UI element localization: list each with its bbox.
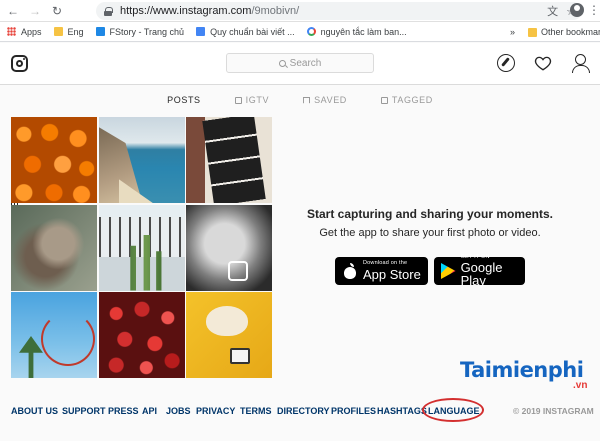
profile-icon[interactable] <box>571 54 590 73</box>
footer-link-hashtags[interactable]: HASHTAGS <box>377 406 427 416</box>
bookmark-eng[interactable]: Eng <box>53 22 84 42</box>
bookmarks-bar: Apps Eng FStory - Trang chủ Quy chuẩn bà… <box>0 22 600 42</box>
photo-red-flowers <box>98 292 185 378</box>
other-bookmarks[interactable]: Other bookmarks <box>528 22 600 42</box>
tab-label: IGTV <box>245 95 270 105</box>
google-play-icon <box>441 263 456 279</box>
photo-cactus <box>98 204 185 291</box>
footer-link-directory[interactable]: DIRECTORY <box>277 406 330 416</box>
browser-toolbar: ← → ↻ https://www.instagram.com/9mobivn/… <box>0 0 600 22</box>
profile-avatar-icon[interactable] <box>570 3 584 17</box>
footer-link-about[interactable]: ABOUT US <box>11 406 58 416</box>
lock-icon <box>104 6 113 16</box>
tagged-icon <box>380 96 388 104</box>
watermark-suffix: .vn <box>573 380 588 391</box>
back-icon[interactable]: ← <box>4 2 22 20</box>
instagram-logo-icon[interactable] <box>11 55 28 72</box>
footer-link-press[interactable]: PRESS <box>108 406 139 416</box>
tab-posts[interactable]: POSTS <box>11 85 201 209</box>
photo-collage <box>11 117 272 378</box>
bookmark-label: Quy chuẩn bài viết ... <box>210 26 295 37</box>
watermark-logo: Taimienphi .vn <box>460 358 600 394</box>
promo-subtitle: Get the app to share your first photo or… <box>319 227 541 239</box>
bookmark-label: Eng <box>67 26 84 37</box>
footer: ABOUT US SUPPORT PRESS API JOBS PRIVACY … <box>0 400 600 422</box>
fstory-icon <box>95 27 105 36</box>
instagram-header: Search <box>0 43 600 85</box>
watermark-text: Taimienphi <box>460 358 584 382</box>
bookmark-label: nguyên tắc làm ban... <box>320 26 407 37</box>
bookmark-fstory[interactable]: FStory - Trang chủ <box>95 22 185 42</box>
profile-tabs: POSTS IGTV SAVED TAGGED <box>0 85 600 209</box>
bookmark-icon <box>303 96 311 104</box>
more-bookmarks-chevron-icon[interactable]: » <box>510 22 515 42</box>
tab-label: SAVED <box>314 95 347 105</box>
google-play-big: Google Play <box>460 260 503 289</box>
bookmark-quy-chuan[interactable]: Quy chuẩn bài viết ... <box>196 22 295 42</box>
footer-link-jobs[interactable]: JOBS <box>166 406 191 416</box>
footer-link-privacy[interactable]: PRIVACY <box>196 406 235 416</box>
folder-icon <box>53 27 63 36</box>
translate-icon[interactable]: 文 <box>547 3 558 19</box>
promo-title: Start capturing and sharing your moments… <box>306 207 554 221</box>
explore-compass-icon[interactable] <box>497 54 515 72</box>
app-store-button[interactable]: Download on the App Store <box>335 257 428 285</box>
tab-label: POSTS <box>167 95 201 105</box>
photo-oranges <box>11 117 97 203</box>
forward-icon[interactable]: → <box>26 2 44 20</box>
photo-coastline <box>98 117 185 203</box>
address-bar[interactable]: https://www.instagram.com/9mobivn/ 文 ☆ <box>96 2 582 20</box>
folder-icon <box>528 27 537 37</box>
docs-icon <box>196 27 206 36</box>
activity-heart-icon[interactable] <box>534 54 552 72</box>
other-bookmarks-label: Other bookmarks <box>541 27 600 37</box>
footer-link-terms[interactable]: TERMS <box>240 406 272 416</box>
app-store-small: Download on the <box>363 260 408 267</box>
google-play-button[interactable]: GET IT ON Google Play <box>434 254 525 289</box>
photo-cat <box>186 292 272 378</box>
bookmark-label: FStory - Trang chủ <box>109 26 185 37</box>
photo-baby <box>186 204 272 291</box>
bookmark-label: Apps <box>21 26 42 37</box>
tab-tagged[interactable]: TAGGED <box>380 85 433 115</box>
tab-igtv[interactable]: IGTV <box>234 85 270 115</box>
photo-photobooth-strip <box>186 117 272 203</box>
footer-link-api[interactable]: API <box>142 406 157 416</box>
search-placeholder: Search <box>289 57 322 69</box>
reload-icon[interactable]: ↻ <box>48 2 66 20</box>
bookmark-nguyen-tac[interactable]: nguyên tắc làm ban... <box>306 22 407 42</box>
copyright-text: © 2019 INSTAGRAM <box>513 406 594 416</box>
search-input[interactable]: Search <box>226 53 374 73</box>
photo-ferris-wheel <box>11 292 97 378</box>
search-icon <box>278 59 286 67</box>
apple-icon <box>342 263 358 279</box>
url-path: /9mobivn/ <box>251 5 300 17</box>
tab-label: TAGGED <box>391 95 433 105</box>
footer-link-profiles[interactable]: PROFILES <box>331 406 376 416</box>
igtv-icon <box>234 96 242 104</box>
app-store-big: App Store <box>363 266 421 282</box>
apps-icon <box>7 27 16 36</box>
footer-link-support[interactable]: SUPPORT <box>62 406 106 416</box>
bookmark-apps[interactable]: Apps <box>7 22 42 42</box>
google-icon <box>306 27 316 36</box>
photo-dog <box>11 204 97 291</box>
highlight-annotation-ellipse <box>422 398 484 422</box>
tab-saved[interactable]: SAVED <box>303 85 347 115</box>
browser-menu-icon[interactable]: ⋮ <box>588 3 600 17</box>
url-host: https://www.instagram.com <box>120 5 252 17</box>
